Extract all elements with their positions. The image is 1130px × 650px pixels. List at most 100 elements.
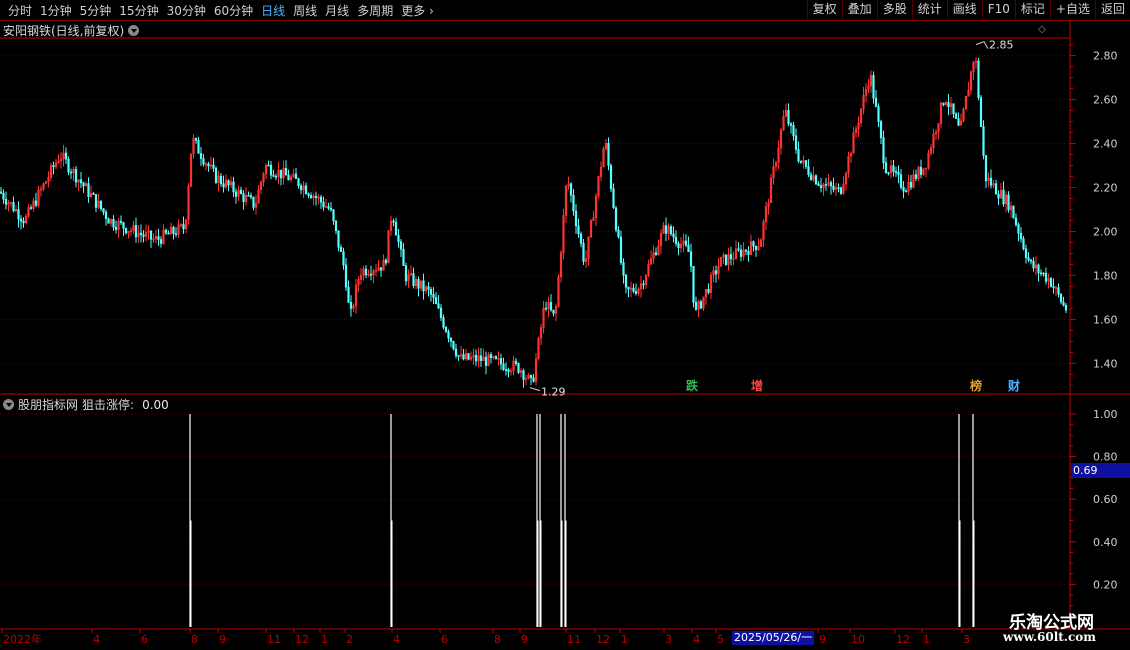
candle-down — [307, 193, 310, 196]
candle-down — [332, 209, 335, 222]
candle-down — [694, 301, 698, 310]
candle-down — [159, 239, 163, 244]
candle-down — [202, 158, 205, 165]
candle-down — [747, 250, 750, 255]
candle-down — [444, 327, 448, 332]
candle-down — [504, 369, 508, 371]
candle-down — [979, 97, 983, 127]
candle-down — [787, 110, 790, 125]
candle-down — [574, 210, 578, 227]
candle-down — [34, 200, 38, 206]
candle-down — [199, 153, 203, 159]
candle-down — [99, 200, 103, 210]
candle-down — [897, 171, 900, 175]
candle-down — [622, 262, 625, 276]
candle-down — [522, 370, 525, 380]
candle-down — [322, 201, 325, 208]
candle-down — [484, 356, 488, 366]
date-tick-label: 11 — [267, 633, 281, 646]
candle-down — [502, 363, 505, 370]
candle-down — [92, 193, 95, 195]
candle-down — [0, 191, 3, 194]
indicator-series — [189, 414, 975, 627]
candle-down — [134, 225, 138, 238]
indicator-title: 股朋指标网 狙击涨停: 0.00 — [3, 396, 169, 413]
candle-down — [532, 377, 535, 382]
candlestick-series — [0, 57, 1068, 388]
event-marker: 财 — [1007, 378, 1020, 393]
candle-down — [517, 363, 520, 373]
candle-down — [274, 176, 278, 178]
candle-down — [214, 167, 218, 183]
candle-down — [234, 191, 238, 197]
candle-down — [112, 219, 115, 228]
candle-down — [417, 278, 420, 289]
candle-down — [4, 198, 8, 205]
candle-down — [989, 177, 993, 186]
candle-down — [442, 317, 445, 328]
candle-down — [664, 225, 668, 234]
indicator-current-value: 0.69 — [1071, 463, 1130, 478]
candle-down — [339, 246, 343, 252]
candle-down — [272, 174, 275, 177]
candle-down — [984, 155, 988, 182]
candle-down — [789, 123, 793, 126]
candle-down — [809, 174, 813, 180]
event-marker: 跌 — [686, 378, 699, 393]
candle-down — [269, 164, 273, 176]
chevron-down-icon[interactable] — [3, 399, 14, 410]
candle-down — [654, 252, 658, 255]
candle-down — [1012, 205, 1015, 219]
candle-down — [814, 175, 818, 185]
candle-down — [157, 236, 160, 240]
candle-down — [882, 137, 885, 163]
date-tick-label: 1 — [923, 633, 930, 646]
candle-down — [432, 294, 435, 298]
candle-down — [82, 182, 85, 187]
candle-down — [977, 60, 980, 98]
candle-down — [297, 178, 300, 187]
candle-down — [892, 165, 895, 172]
candle-down — [837, 187, 840, 189]
indicator-tick-label: 0.40 — [1093, 536, 1118, 549]
candle-down — [899, 174, 903, 188]
candle-down — [714, 270, 718, 275]
candle-down — [252, 196, 255, 208]
candle-down — [724, 254, 728, 265]
candle-down — [334, 220, 338, 232]
candle-down — [824, 184, 828, 186]
date-tick-label: 9 — [219, 633, 226, 646]
price-tick-label: 1.40 — [1093, 357, 1118, 370]
candle-down — [67, 158, 70, 173]
candle-down — [872, 75, 875, 99]
candle-down — [909, 181, 913, 188]
candle-down — [884, 162, 888, 174]
candle-down — [1052, 286, 1055, 288]
date-tick-label: 4 — [693, 633, 700, 646]
candle-down — [182, 224, 185, 230]
candle-down — [337, 230, 340, 248]
candle-down — [794, 135, 798, 150]
candle-down — [107, 218, 110, 224]
date-tick-label: 1 — [621, 633, 628, 646]
date-tick-label: 12 — [295, 633, 309, 646]
candle-down — [829, 182, 833, 187]
date-tick-label: 2 — [346, 633, 353, 646]
candle-down — [902, 186, 905, 192]
price-tick-label: 2.40 — [1093, 138, 1118, 151]
candle-down — [1027, 257, 1030, 261]
indicator-tick-label: 0.60 — [1093, 493, 1118, 506]
candle-down — [1002, 189, 1005, 205]
candle-down — [219, 175, 223, 185]
kline-chart[interactable]: 2.80 2.60 2.40 2.20 2.00 1.80 1.60 1.40 1.00 0.8… — [0, 0, 1130, 650]
candle-down — [212, 164, 215, 169]
candle-down — [549, 302, 553, 311]
candle-down — [402, 248, 405, 266]
date-tick-label: 10 — [851, 633, 865, 646]
candle-down — [52, 165, 55, 168]
date-tick-label: 6 — [141, 633, 148, 646]
candle-down — [342, 251, 345, 266]
candle-down — [819, 185, 823, 188]
candle-down — [799, 160, 803, 163]
indicator-name[interactable]: 股朋指标网 — [18, 396, 78, 413]
